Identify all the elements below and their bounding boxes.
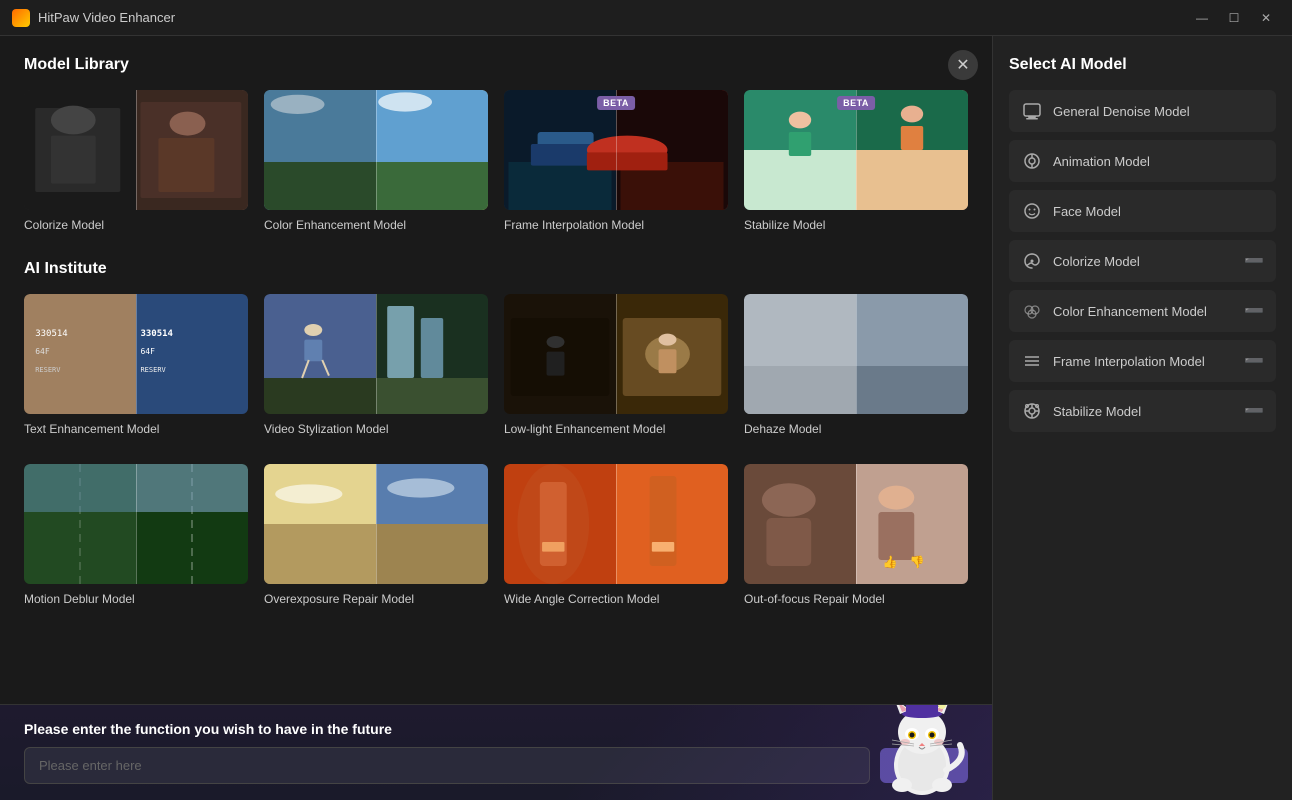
animation-label: Animation Model [1053, 154, 1264, 169]
model-card-wideangle[interactable]: Wide Angle Correction Model [504, 464, 728, 606]
frame-interp-label: Frame Interpolation Model [504, 218, 728, 232]
svg-text:👎: 👎 [910, 555, 925, 569]
sidebar-item-color-enhance[interactable]: Color Enhancement Model ➖ [1009, 290, 1276, 332]
svg-text:64F: 64F [35, 347, 50, 356]
color-enhance-thumb [264, 90, 488, 210]
model-card-color-enhance[interactable]: Color Enhancement Model [264, 90, 488, 232]
app-icon [12, 9, 30, 27]
stabilize-sidebar-icon [1021, 400, 1043, 422]
outoffocus-thumb: 👍 👎 [744, 464, 968, 584]
colorize-label: Colorize Model [24, 218, 248, 232]
sidebar-item-frame-interp[interactable]: Frame Interpolation Model ➖ [1009, 340, 1276, 382]
remove-stabilize-icon[interactable]: ➖ [1244, 401, 1264, 421]
svg-text:👍: 👍 [883, 555, 898, 569]
svg-text:330514: 330514 [35, 329, 68, 339]
frame-interp-sidebar-icon [1021, 350, 1043, 372]
wideangle-thumb [504, 464, 728, 584]
restore-button[interactable]: ☐ [1220, 8, 1248, 28]
right-sidebar: Select AI Model General Denoise Model [992, 36, 1292, 800]
dehaze-thumb [744, 294, 968, 414]
minimize-button[interactable]: — [1188, 8, 1216, 28]
overexposure-thumb [264, 464, 488, 584]
model-card-frame-interp[interactable]: BETA [504, 90, 728, 232]
model-card-video-stylize[interactable]: Video Stylization Model [264, 294, 488, 436]
remove-colorize-icon[interactable]: ➖ [1244, 251, 1264, 271]
frame-interp-thumb: BETA [504, 90, 728, 210]
sidebar-item-general-denoise[interactable]: General Denoise Model [1009, 90, 1276, 132]
model-card-text-enhance[interactable]: 330514 64F RESERV 330514 64F RESERV Text… [24, 294, 248, 436]
lowlight-label: Low-light Enhancement Model [504, 422, 728, 436]
stabilize-label: Stabilize Model [744, 218, 968, 232]
outoffocus-label: Out-of-focus Repair Model [744, 592, 968, 606]
svg-text:RESERV: RESERV [35, 366, 61, 374]
text-enhance-label: Text Enhancement Model [24, 422, 248, 436]
deblur-label: Motion Deblur Model [24, 592, 248, 606]
model-card-overexposure[interactable]: Overexposure Repair Model [264, 464, 488, 606]
colorize-sidebar-label: Colorize Model [1053, 254, 1234, 269]
deblur-thumb [24, 464, 248, 584]
ai-institute-title: AI Institute [24, 260, 968, 278]
titlebar: HitPaw Video Enhancer — ☐ ✕ [0, 0, 1292, 36]
model-card-lowlight[interactable]: Low-light Enhancement Model [504, 294, 728, 436]
color-enhance-label: Color Enhancement Model [264, 218, 488, 232]
model-card-outoffocus[interactable]: 👍 👎 Out-of-focus Repair Model [744, 464, 968, 606]
face-icon [1021, 200, 1043, 222]
model-card-deblur[interactable]: Motion Deblur Model [24, 464, 248, 606]
animation-icon [1021, 150, 1043, 172]
suggestion-input[interactable] [24, 747, 870, 784]
model-library-section: Model Library [24, 56, 968, 232]
stabilize-beta-badge: BETA [837, 96, 875, 110]
mascot [872, 704, 972, 800]
titlebar-controls: — ☐ ✕ [1188, 8, 1280, 28]
model-card-dehaze[interactable]: Dehaze Model [744, 294, 968, 436]
colorize-thumb [24, 90, 248, 210]
wideangle-label: Wide Angle Correction Model [504, 592, 728, 606]
left-content: ✕ Model Library [0, 36, 992, 800]
app-title: HitPaw Video Enhancer [38, 10, 175, 25]
video-stylize-label: Video Stylization Model [264, 422, 488, 436]
ai-institute-grid-2: Motion Deblur Model [24, 464, 968, 606]
face-label: Face Model [1053, 204, 1264, 219]
sidebar-item-stabilize[interactable]: Stabilize Model ➖ [1009, 390, 1276, 432]
stabilize-sidebar-label: Stabilize Model [1053, 404, 1234, 419]
ai-institute-section: AI Institute 330514 64F RESERV [24, 260, 968, 606]
model-library-title: Model Library [24, 56, 968, 74]
remove-frame-interp-icon[interactable]: ➖ [1244, 351, 1264, 371]
model-card-stabilize[interactable]: BETA [744, 90, 968, 232]
frame-interp-sidebar-label: Frame Interpolation Model [1053, 354, 1234, 369]
model-library-scroll[interactable]: Model Library [0, 36, 992, 704]
svg-text:330514: 330514 [140, 329, 173, 339]
bottom-bar: Please enter the function you wish to ha… [0, 704, 992, 800]
general-denoise-icon [1021, 100, 1043, 122]
color-enhance-sidebar-label: Color Enhancement Model [1053, 304, 1234, 319]
overexposure-label: Overexposure Repair Model [264, 592, 488, 606]
lowlight-thumb [504, 294, 728, 414]
remove-color-enhance-icon[interactable]: ➖ [1244, 301, 1264, 321]
close-window-button[interactable]: ✕ [1252, 8, 1280, 28]
ai-institute-grid-1: 330514 64F RESERV 330514 64F RESERV Text… [24, 294, 968, 436]
sidebar-item-face[interactable]: Face Model [1009, 190, 1276, 232]
sidebar-item-colorize[interactable]: Colorize Model ➖ [1009, 240, 1276, 282]
model-library-grid: Colorize Model [24, 90, 968, 232]
color-enhance-sidebar-icon [1021, 300, 1043, 322]
stabilize-thumb: BETA [744, 90, 968, 210]
svg-text:64F: 64F [140, 347, 155, 356]
sidebar-item-animation[interactable]: Animation Model [1009, 140, 1276, 182]
titlebar-left: HitPaw Video Enhancer [12, 9, 175, 27]
model-card-colorize[interactable]: Colorize Model [24, 90, 248, 232]
svg-text:RESERV: RESERV [140, 366, 166, 374]
text-enhance-thumb: 330514 64F RESERV 330514 64F RESERV [24, 294, 248, 414]
input-row: Submit [24, 747, 968, 784]
dialog-close-button[interactable]: ✕ [948, 50, 978, 80]
sidebar-title: Select AI Model [1009, 56, 1276, 74]
main-layout: ✕ Model Library [0, 36, 1292, 800]
bottom-bar-title: Please enter the function you wish to ha… [24, 721, 968, 737]
general-denoise-label: General Denoise Model [1053, 104, 1264, 119]
video-stylize-thumb [264, 294, 488, 414]
colorize-sidebar-icon [1021, 250, 1043, 272]
frame-interp-beta-badge: BETA [597, 96, 635, 110]
dehaze-label: Dehaze Model [744, 422, 968, 436]
